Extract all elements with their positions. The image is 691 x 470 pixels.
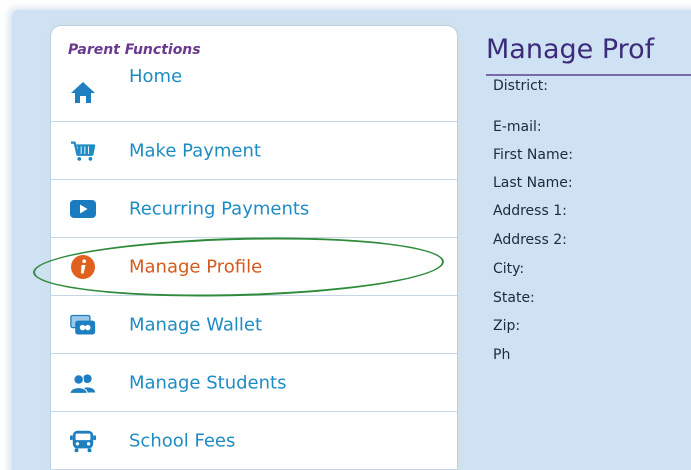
field-label-zip: Zip: [493, 318, 521, 334]
sidebar-item-home[interactable]: Home [50, 62, 457, 122]
field-label-city: City: [493, 261, 525, 277]
students-icon [70, 371, 96, 395]
sidebar-item-recurring-payments[interactable]: Recurring Payments [50, 180, 457, 238]
sidebar-item-make-payment[interactable]: Make Payment [50, 122, 457, 180]
field-label-district: District: [493, 78, 549, 94]
sidebar-item-label: School Fees [129, 430, 236, 451]
page-title: Manage Prof [486, 34, 655, 65]
sidebar-item-label: Make Payment [129, 140, 261, 161]
sidebar-section-title: Parent Functions [68, 42, 201, 58]
field-label-email: E-mail: [493, 119, 542, 135]
field-label-last-name: Last Name: [493, 175, 573, 191]
home-icon [70, 80, 96, 104]
field-label-address-2: Address 2: [493, 232, 567, 248]
sidebar-item-school-fees[interactable]: School Fees [50, 412, 457, 470]
wallet-icon [70, 313, 96, 337]
field-label-phone: Ph [493, 347, 511, 363]
field-label-first-name: First Name: [493, 147, 573, 163]
cart-icon [70, 139, 96, 163]
play-icon [70, 197, 96, 221]
sidebar-item-manage-wallet[interactable]: Manage Wallet [50, 296, 457, 354]
sidebar-item-label: Manage Students [129, 372, 287, 393]
sidebar-item-label: Recurring Payments [129, 198, 310, 219]
field-label-state: State: [493, 290, 535, 306]
sidebar-item-label: Home [129, 66, 183, 87]
field-label-address-1: Address 1: [493, 203, 567, 219]
title-divider [486, 74, 691, 76]
sidebar-item-label: Manage Wallet [129, 314, 263, 335]
sidebar-item-manage-students[interactable]: Manage Students [50, 354, 457, 412]
bus-icon [70, 429, 96, 453]
